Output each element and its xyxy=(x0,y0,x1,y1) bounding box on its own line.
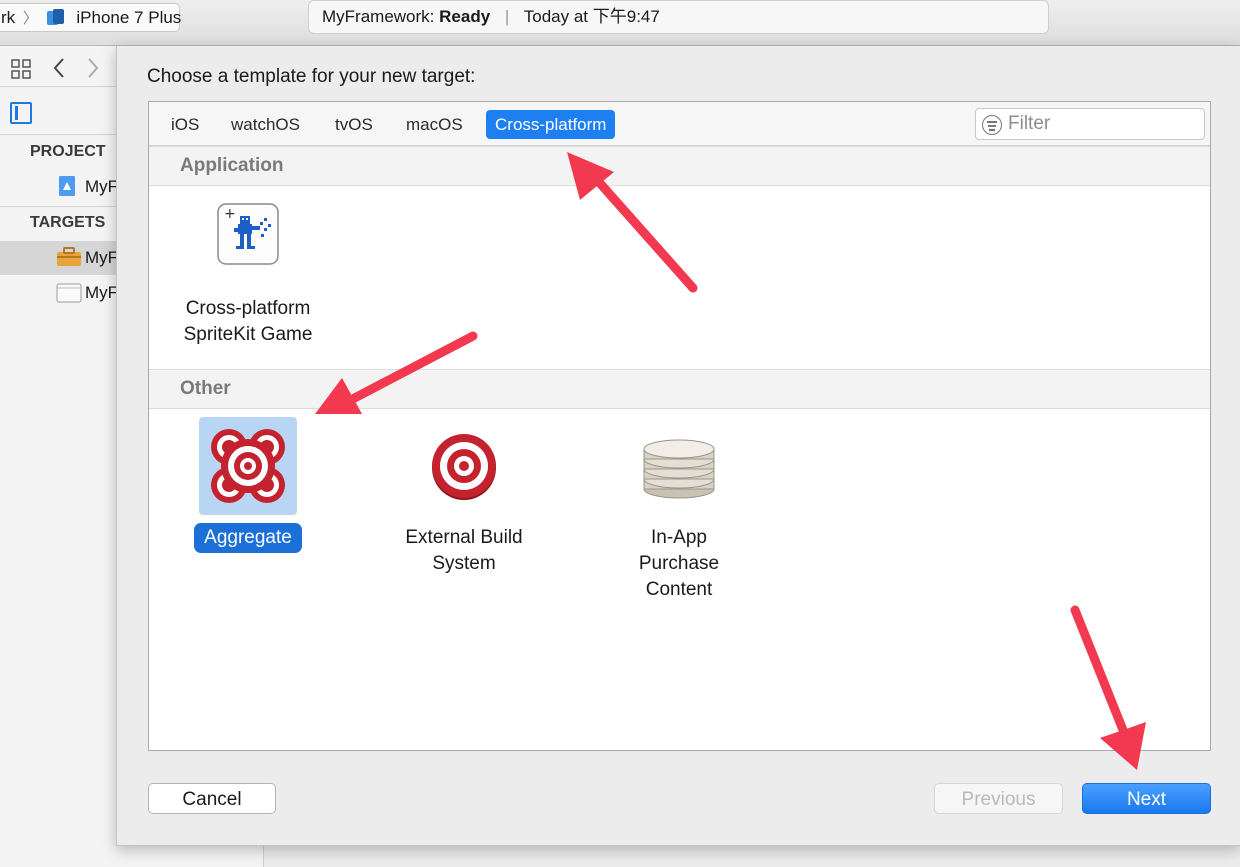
coins-icon xyxy=(630,417,728,515)
template-external-build-system[interactable]: External Build System xyxy=(389,417,539,579)
activity-project: MyFramework: xyxy=(322,7,435,26)
project-editor-toggle-icon[interactable] xyxy=(10,102,32,124)
target-item-label: MyF xyxy=(85,283,119,302)
grid-icon[interactable] xyxy=(10,58,32,87)
template-panel: iOS watchOS tvOS macOS Cross-platform Ap… xyxy=(148,101,1211,751)
next-button[interactable]: Next xyxy=(1082,783,1211,814)
filter-field[interactable] xyxy=(975,108,1205,140)
forward-arrow-icon[interactable] xyxy=(86,56,100,87)
activity-divider: | xyxy=(504,7,510,26)
aggregate-icon xyxy=(199,417,297,515)
tab-cross-platform[interactable]: Cross-platform xyxy=(486,110,616,139)
svg-text:+: + xyxy=(224,206,236,222)
spritekit-game-icon: + xyxy=(215,202,281,268)
bundle-target-icon xyxy=(56,281,82,303)
tab-ios[interactable]: iOS xyxy=(162,110,208,139)
device-name: iPhone 7 Plus xyxy=(76,8,182,27)
activity-time: Today at 下午9:47 xyxy=(523,7,660,26)
template-label: Aggregate xyxy=(194,523,302,553)
tab-watchos[interactable]: watchOS xyxy=(222,110,309,139)
project-file-icon xyxy=(56,175,80,197)
template-label: External Build System xyxy=(405,527,523,574)
group-header-other: Other xyxy=(149,369,1210,409)
project-section-header: PROJECT xyxy=(30,143,106,160)
template-spritekit-game[interactable]: + Cross-platform SpriteKit Game xyxy=(173,202,323,350)
tab-tvos[interactable]: tvOS xyxy=(326,110,382,139)
project-item-label: MyF xyxy=(85,177,119,196)
sheet-title: Choose a template for your new target: xyxy=(147,66,476,87)
tab-macos[interactable]: macOS xyxy=(397,110,472,139)
activity-status: Ready xyxy=(439,7,491,26)
filter-icon xyxy=(982,115,1002,135)
back-arrow-icon[interactable] xyxy=(52,56,66,87)
template-in-app-purchase-content[interactable]: In-App Purchase Content xyxy=(604,417,754,605)
template-label: In-App Purchase Content xyxy=(638,527,720,600)
target-icon xyxy=(415,417,513,515)
framework-target-icon xyxy=(56,246,81,268)
filter-input[interactable] xyxy=(1006,111,1196,137)
group-header-application: Application xyxy=(149,146,1210,186)
targets-section-header: TARGETS xyxy=(30,214,106,231)
template-label: Cross-platform SpriteKit Game xyxy=(183,298,313,345)
scheme-name: rk xyxy=(1,8,16,27)
cancel-button[interactable]: Cancel xyxy=(148,783,276,814)
device-icon xyxy=(46,7,66,34)
platform-tab-bar: iOS watchOS tvOS macOS Cross-platform xyxy=(149,102,1210,146)
activity-viewer: MyFramework: Ready | Today at 下午9:47 xyxy=(308,0,1049,34)
template-aggregate[interactable]: Aggregate xyxy=(173,417,323,553)
scheme-selector[interactable]: rk 〉 iPhone 7 Plus xyxy=(0,3,182,34)
scheme-separator: 〉 xyxy=(22,10,38,27)
previous-button[interactable]: Previous xyxy=(934,783,1063,814)
target-item-label: MyF xyxy=(85,248,119,267)
template-chooser-sheet: Choose a template for your new target: i… xyxy=(116,46,1240,846)
xcode-toolbar: rk 〉 iPhone 7 Plus MyFramework: Ready | … xyxy=(0,0,1240,46)
